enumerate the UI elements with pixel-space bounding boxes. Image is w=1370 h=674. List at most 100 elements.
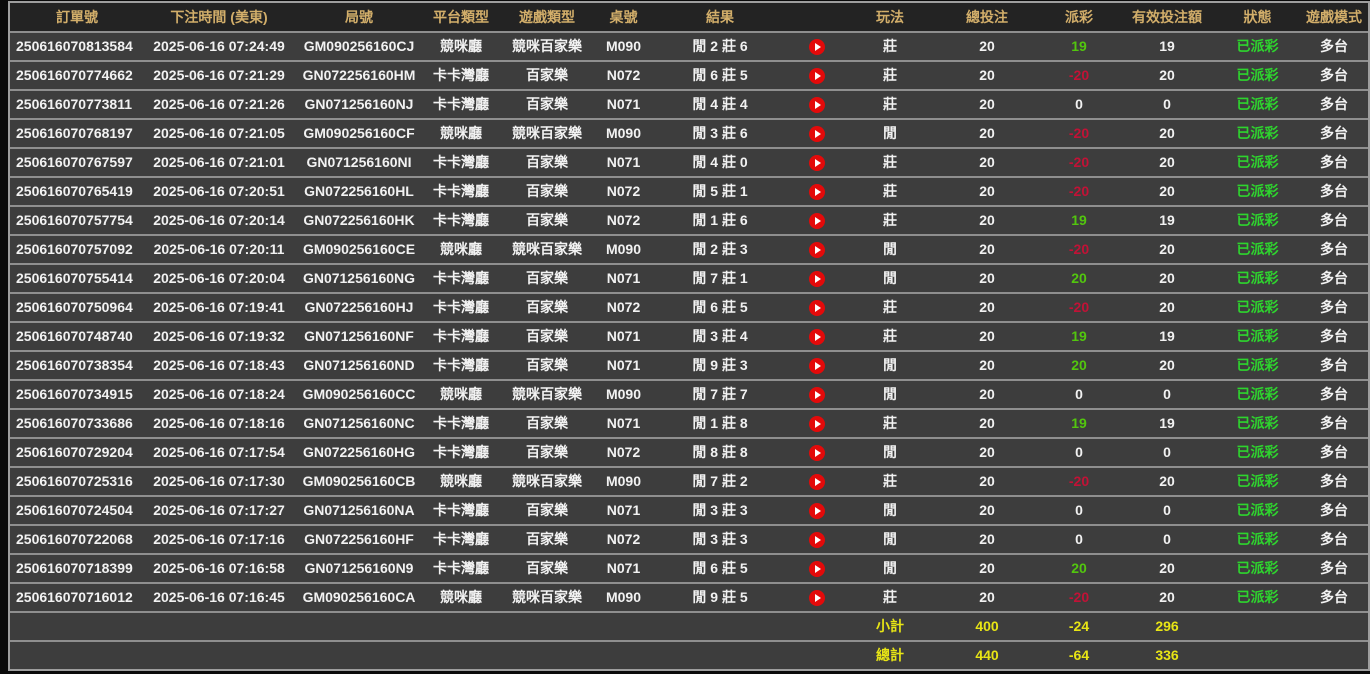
cell-order-id: 250616070716012 <box>10 582 144 611</box>
play-video-button[interactable] <box>809 358 825 374</box>
cell-mode: 多台 <box>1300 205 1368 234</box>
cell-table-no: N072 <box>596 205 651 234</box>
cell-order-id: 250616070725316 <box>10 466 144 495</box>
play-video-button[interactable] <box>809 39 825 55</box>
cell-platform: 卡卡灣廳 <box>424 89 498 118</box>
cell-play-icon <box>789 437 845 466</box>
cell-status: 已派彩 <box>1215 379 1300 408</box>
cell-play-icon <box>789 147 845 176</box>
cell-bet-time: 2025-06-16 07:18:24 <box>144 379 294 408</box>
cell-payout: 19 <box>1039 31 1119 60</box>
table-row: 2506160707245042025-06-16 07:17:27GN0712… <box>10 495 1368 524</box>
play-video-button[interactable] <box>809 300 825 316</box>
table-row: 2506160707681972025-06-16 07:21:05GM0902… <box>10 118 1368 147</box>
cell-play-icon <box>789 350 845 379</box>
cell-round-id: GM090256160CF <box>294 118 424 147</box>
cell-platform: 卡卡灣廳 <box>424 350 498 379</box>
cell-order-id: 250616070718399 <box>10 553 144 582</box>
play-icon <box>815 217 821 225</box>
cell-round-id: GM090256160CA <box>294 582 424 611</box>
cell-game-type: 百家樂 <box>498 176 596 205</box>
cell-result: 閒 3 莊 3 <box>651 495 789 524</box>
play-video-button[interactable] <box>809 184 825 200</box>
play-video-button[interactable] <box>809 474 825 490</box>
play-video-button[interactable] <box>809 561 825 577</box>
cell-platform: 競咪廳 <box>424 379 498 408</box>
cell-table-no: N071 <box>596 89 651 118</box>
cell-total-bet: 20 <box>935 60 1039 89</box>
cell-payout: -20 <box>1039 292 1119 321</box>
cell-mode: 多台 <box>1300 176 1368 205</box>
play-video-button[interactable] <box>809 68 825 84</box>
cell-platform: 卡卡灣廳 <box>424 263 498 292</box>
column-header-order-id: 訂單號 <box>10 3 144 31</box>
cell-total-bet: 20 <box>935 350 1039 379</box>
cell-mode: 多台 <box>1300 147 1368 176</box>
play-video-button[interactable] <box>809 503 825 519</box>
cell-total-bet: 20 <box>935 89 1039 118</box>
cell-total-bet: 20 <box>935 263 1039 292</box>
cell-status: 已派彩 <box>1215 495 1300 524</box>
play-video-button[interactable] <box>809 213 825 229</box>
cell-play: 莊 <box>845 176 935 205</box>
play-icon <box>815 275 821 283</box>
cell-result: 閒 9 莊 3 <box>651 350 789 379</box>
cell-table-no: N072 <box>596 176 651 205</box>
table-row: 2506160707570922025-06-16 07:20:11GM0902… <box>10 234 1368 263</box>
table-row: 2506160707738112025-06-16 07:21:26GN0712… <box>10 89 1368 118</box>
cell-platform: 卡卡灣廳 <box>424 495 498 524</box>
cell-mode: 多台 <box>1300 553 1368 582</box>
column-header-mode: 遊戲模式 <box>1300 3 1368 31</box>
cell-payout: -20 <box>1039 176 1119 205</box>
cell-status: 已派彩 <box>1215 437 1300 466</box>
play-video-button[interactable] <box>809 126 825 142</box>
cell-status: 已派彩 <box>1215 321 1300 350</box>
cell-result: 閒 1 莊 8 <box>651 408 789 437</box>
cell-table-no: M090 <box>596 31 651 60</box>
play-icon <box>815 536 821 544</box>
play-icon <box>815 304 821 312</box>
column-header-video <box>789 3 845 31</box>
cell-mode: 多台 <box>1300 263 1368 292</box>
play-icon <box>815 420 821 428</box>
cell-total-bet: 20 <box>935 582 1039 611</box>
table-row: 2506160707383542025-06-16 07:18:43GN0712… <box>10 350 1368 379</box>
play-video-button[interactable] <box>809 155 825 171</box>
cell-payout: 0 <box>1039 524 1119 553</box>
play-video-button[interactable] <box>809 271 825 287</box>
cell-play: 閒 <box>845 350 935 379</box>
cell-round-id: GN071256160ND <box>294 350 424 379</box>
column-header-valid-bet: 有效投注額 <box>1119 3 1215 31</box>
cell-table-no: N071 <box>596 321 651 350</box>
cell-total-bet: 20 <box>935 292 1039 321</box>
cell-play-icon <box>789 31 845 60</box>
play-icon <box>815 72 821 80</box>
cell-table-no: N071 <box>596 147 651 176</box>
cell-game-type: 百家樂 <box>498 437 596 466</box>
play-video-button[interactable] <box>809 97 825 113</box>
cell-mode: 多台 <box>1300 495 1368 524</box>
cell-bet-time: 2025-06-16 07:17:54 <box>144 437 294 466</box>
play-video-button[interactable] <box>809 590 825 606</box>
play-video-button[interactable] <box>809 329 825 345</box>
cell-table-no: N071 <box>596 350 651 379</box>
play-video-button[interactable] <box>809 532 825 548</box>
cell-status: 已派彩 <box>1215 553 1300 582</box>
cell-round-id: GN071256160NG <box>294 263 424 292</box>
column-header-payout: 派彩 <box>1039 3 1119 31</box>
play-video-button[interactable] <box>809 387 825 403</box>
cell-play: 閒 <box>845 437 935 466</box>
cell-platform: 競咪廳 <box>424 31 498 60</box>
play-video-button[interactable] <box>809 445 825 461</box>
table-row: 2506160707675972025-06-16 07:21:01GN0712… <box>10 147 1368 176</box>
cell-status: 已派彩 <box>1215 292 1300 321</box>
cell-order-id: 250616070722068 <box>10 524 144 553</box>
play-video-button[interactable] <box>809 242 825 258</box>
cell-round-id: GN072256160HG <box>294 437 424 466</box>
cell-round-id: GN071256160NI <box>294 147 424 176</box>
cell-bet-time: 2025-06-16 07:18:16 <box>144 408 294 437</box>
play-video-button[interactable] <box>809 416 825 432</box>
cell-table-no: M090 <box>596 118 651 147</box>
cell-status: 已派彩 <box>1215 263 1300 292</box>
cell-bet-time: 2025-06-16 07:20:11 <box>144 234 294 263</box>
